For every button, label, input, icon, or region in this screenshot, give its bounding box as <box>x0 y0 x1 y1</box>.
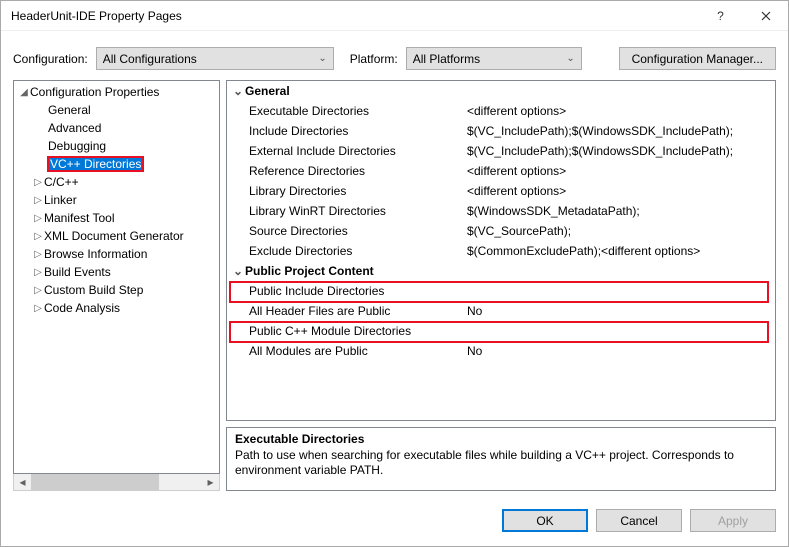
prop-all-modules-public[interactable]: All Modules are PublicNo <box>227 341 775 361</box>
apply-button[interactable]: Apply <box>690 509 776 532</box>
configuration-value: All Configurations <box>103 52 197 66</box>
property-tree[interactable]: ◢ Configuration Properties General Advan… <box>13 80 220 474</box>
window-title: HeaderUnit-IDE Property Pages <box>11 9 698 23</box>
scroll-right-icon[interactable]: ▸ <box>202 474 219 490</box>
chevron-down-icon: ⌄ <box>318 53 326 64</box>
expand-arrow-icon: ▷ <box>32 195 44 206</box>
tree-item-xml-doc-gen[interactable]: ▷XML Document Generator <box>14 227 219 245</box>
expand-arrow-icon: ▷ <box>32 249 44 260</box>
tree-item-code-analysis[interactable]: ▷Code Analysis <box>14 299 219 317</box>
expand-arrow-icon: ▷ <box>32 285 44 296</box>
close-button[interactable] <box>743 1 788 31</box>
config-row: Configuration: All Configurations ⌄ Plat… <box>1 31 788 80</box>
ok-button[interactable]: OK <box>502 509 588 532</box>
tree-item-ccpp[interactable]: ▷C/C++ <box>14 173 219 191</box>
prop-executable-dirs[interactable]: Executable Directories<different options… <box>227 101 775 121</box>
expand-arrow-icon: ▷ <box>32 303 44 314</box>
chevron-down-icon: ⌄ <box>566 53 574 64</box>
titlebar: HeaderUnit-IDE Property Pages ? <box>1 1 788 31</box>
tree-item-linker[interactable]: ▷Linker <box>14 191 219 209</box>
cancel-button[interactable]: Cancel <box>596 509 682 532</box>
tree-item-build-events[interactable]: ▷Build Events <box>14 263 219 281</box>
tree-root[interactable]: ◢ Configuration Properties <box>14 83 219 101</box>
tree-item-manifest-tool[interactable]: ▷Manifest Tool <box>14 209 219 227</box>
category-general[interactable]: ⌄General <box>227 81 775 101</box>
platform-combo[interactable]: All Platforms ⌄ <box>406 47 582 70</box>
scroll-track[interactable] <box>31 474 202 490</box>
category-public-project-content[interactable]: ⌄Public Project Content <box>227 261 775 281</box>
prop-public-cpp-module-dirs[interactable]: Public C++ Module Directories <box>227 321 775 341</box>
close-icon <box>761 11 771 21</box>
expand-arrow-icon: ▷ <box>32 231 44 242</box>
prop-public-include-dirs[interactable]: Public Include Directories <box>227 281 775 301</box>
prop-exclude-dirs[interactable]: Exclude Directories$(CommonExcludePath);… <box>227 241 775 261</box>
prop-reference-dirs[interactable]: Reference Directories<different options> <box>227 161 775 181</box>
description-pane: Executable Directories Path to use when … <box>226 427 776 491</box>
description-text: Path to use when searching for executabl… <box>235 448 767 478</box>
tree-item-general[interactable]: General <box>14 101 219 119</box>
platform-value: All Platforms <box>413 52 480 66</box>
tree-item-vcpp-directories[interactable]: VC++ Directories <box>14 155 219 173</box>
dialog-footer: OK Cancel Apply <box>1 499 788 546</box>
collapse-arrow-icon: ⌄ <box>231 84 245 98</box>
configuration-manager-button[interactable]: Configuration Manager... <box>619 47 776 70</box>
platform-label: Platform: <box>350 52 398 66</box>
collapse-arrow-icon: ⌄ <box>231 264 245 278</box>
property-grid[interactable]: ⌄General Executable Directories<differen… <box>226 80 776 421</box>
tree-item-browse-info[interactable]: ▷Browse Information <box>14 245 219 263</box>
tree-scrollbar[interactable]: ◂ ▸ <box>13 474 220 491</box>
tree-item-advanced[interactable]: Advanced <box>14 119 219 137</box>
prop-all-headers-public[interactable]: All Header Files are PublicNo <box>227 301 775 321</box>
prop-library-winrt-dirs[interactable]: Library WinRT Directories$(WindowsSDK_Me… <box>227 201 775 221</box>
prop-library-dirs[interactable]: Library Directories<different options> <box>227 181 775 201</box>
scroll-left-icon[interactable]: ◂ <box>14 474 31 490</box>
prop-external-include-dirs[interactable]: External Include Directories$(VC_Include… <box>227 141 775 161</box>
expand-arrow-icon: ◢ <box>18 87 30 98</box>
help-button[interactable]: ? <box>698 1 743 31</box>
expand-arrow-icon: ▷ <box>32 213 44 224</box>
tree-item-custom-build-step[interactable]: ▷Custom Build Step <box>14 281 219 299</box>
prop-source-dirs[interactable]: Source Directories$(VC_SourcePath); <box>227 221 775 241</box>
tree-item-debugging[interactable]: Debugging <box>14 137 219 155</box>
description-title: Executable Directories <box>235 432 767 446</box>
expand-arrow-icon: ▷ <box>32 267 44 278</box>
configuration-combo[interactable]: All Configurations ⌄ <box>96 47 334 70</box>
scroll-thumb[interactable] <box>31 474 159 490</box>
prop-include-dirs[interactable]: Include Directories$(VC_IncludePath);$(W… <box>227 121 775 141</box>
expand-arrow-icon: ▷ <box>32 177 44 188</box>
property-pages-dialog: HeaderUnit-IDE Property Pages ? Configur… <box>0 0 789 547</box>
configuration-label: Configuration: <box>13 52 88 66</box>
